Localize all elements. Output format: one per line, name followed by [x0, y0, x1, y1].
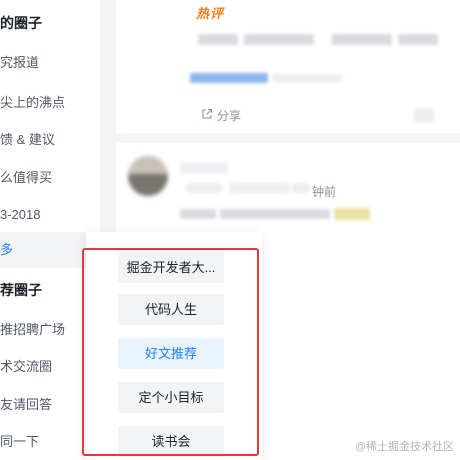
blurred-text [334, 208, 370, 220]
share-label: 分享 [217, 109, 242, 123]
sidebar-heading-recommended: 荐圈子 [0, 282, 42, 298]
sidebar-item[interactable]: 尖上的沸点 [0, 93, 100, 113]
sidebar-item[interactable]: 推招聘广场 [0, 320, 100, 340]
share-button[interactable]: 分享 [201, 107, 241, 124]
blurred-text [244, 34, 314, 45]
sidebar-item[interactable]: 友请回答 [0, 395, 100, 415]
blurred-text [198, 34, 238, 45]
blurred-text [180, 209, 216, 219]
sidebar-item[interactable]: 馈 & 建议 [0, 130, 100, 150]
blurred-meta [292, 183, 310, 193]
user-avatar[interactable] [128, 156, 168, 196]
hot-comment-label: 热评 [196, 6, 225, 21]
blurred-icon [414, 108, 434, 122]
sidebar-item[interactable]: 究报道 [0, 53, 100, 73]
feed-card [116, 0, 460, 133]
watermark: @稀土掘金技术社区 [355, 438, 454, 454]
blurred-username [180, 163, 228, 173]
card-divider [116, 133, 460, 143]
blurred-meta [186, 183, 222, 193]
sidebar-item[interactable]: 同一下 [0, 432, 100, 452]
tag-set-small-goal[interactable]: 定个小目标 [118, 382, 224, 413]
blurred-meta [230, 183, 290, 193]
blurred-link [190, 73, 268, 83]
sidebar-heading-my-circles: 的圈子 [0, 15, 42, 31]
tag-book-club[interactable]: 读书会 [118, 426, 224, 457]
tag-good-article-recommendation[interactable]: 好文推荐 [118, 338, 224, 369]
sidebar-item[interactable]: 3-2018 [0, 205, 100, 225]
post-time: 钟前 [312, 185, 337, 199]
circle-sidebar: 的圈子 究报道 尖上的沸点 馈 & 建议 么值得买 3-2018 多 荐圈子 推… [0, 0, 100, 460]
blurred-text [272, 74, 342, 82]
share-icon [201, 108, 213, 123]
blurred-text [398, 34, 438, 45]
watermark-text: @稀土掘金技术社区 [354, 441, 454, 453]
sidebar-item[interactable]: 术交流圈 [0, 357, 100, 377]
tag-code-life[interactable]: 代码人生 [118, 294, 224, 325]
sidebar-item-more[interactable]: 多 [0, 232, 100, 268]
blurred-text [220, 209, 330, 219]
blurred-text [332, 34, 392, 45]
sidebar-item[interactable]: 么值得买 [0, 168, 100, 188]
tag-juejin-dev-conference[interactable]: 掘金开发者大... [118, 252, 224, 283]
